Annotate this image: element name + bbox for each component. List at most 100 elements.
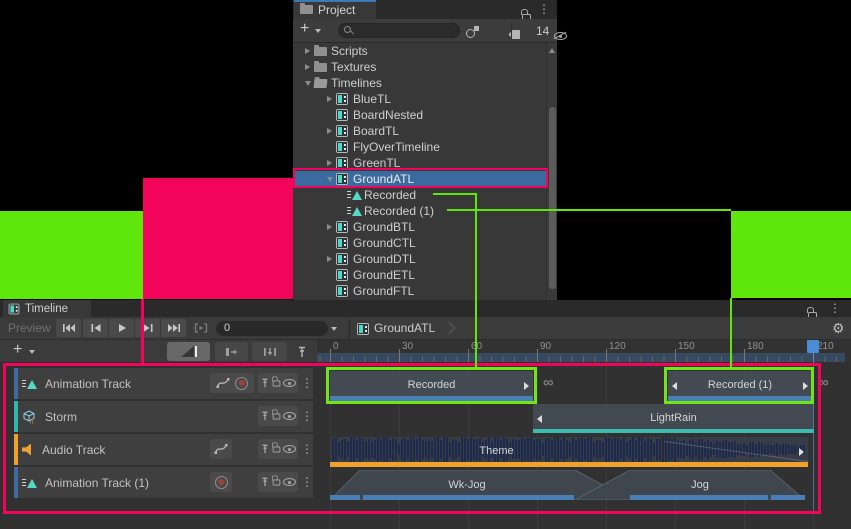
timeline-tab-title: Timeline	[25, 303, 68, 315]
hidden-count-eye-icon[interactable]	[554, 32, 567, 40]
clip-theme[interactable]: Theme	[330, 437, 808, 467]
clip-group-wkjog-jog[interactable]: Wk-Jog Jog	[330, 470, 805, 500]
toolbar-divider	[511, 23, 512, 39]
mix-mode-button[interactable]	[167, 342, 210, 361]
track-header-animation-track-1[interactable]: Animation Track (1) ⋮	[14, 467, 313, 498]
tab-timeline[interactable]: Timeline	[3, 300, 91, 317]
tree-item-grounddtl[interactable]: GroundDTL	[293, 251, 546, 267]
go-to-end-button[interactable]	[161, 319, 186, 337]
project-tree: Scripts Textures Timelines BlueTL BoardN…	[293, 43, 546, 300]
pin-button[interactable]	[260, 410, 270, 422]
hidden-count: 14	[536, 24, 549, 38]
project-tab-bar: Project ⋮	[293, 0, 557, 19]
scroll-up-icon[interactable]	[549, 48, 555, 53]
track-header-storm[interactable]: {} Storm ⋮	[14, 401, 313, 432]
eye-button[interactable]	[283, 412, 296, 420]
tree-item-groundctl[interactable]: GroundCTL	[293, 235, 546, 251]
timeline-end-marker[interactable]	[807, 340, 819, 353]
tree-item-groundbtl[interactable]: GroundBTL	[293, 219, 546, 235]
pin-button[interactable]	[260, 377, 270, 389]
next-frame-button[interactable]	[135, 319, 160, 337]
track-menu-button[interactable]: ⋮	[301, 410, 313, 422]
tree-item-greentl[interactable]: GreenTL	[293, 155, 546, 171]
add-track-button[interactable]: +	[13, 341, 22, 359]
ruler-tick-label: 90	[540, 341, 551, 352]
frame-field[interactable]: 0	[216, 321, 328, 336]
ripple-mode-button[interactable]	[215, 342, 248, 361]
lock-button[interactable]	[273, 413, 281, 419]
marker-pin-button[interactable]	[290, 342, 314, 361]
pin-button[interactable]	[260, 476, 270, 488]
clip-right-handle-icon[interactable]	[803, 382, 808, 390]
scrollbar-thumb[interactable]	[549, 107, 556, 289]
timeline-asset-icon	[336, 93, 348, 105]
tree-item-boardnested[interactable]: BoardNested	[293, 107, 546, 123]
gear-icon[interactable]: ⚙	[832, 320, 845, 337]
track-header-animation-track[interactable]: Animation Track ⋮	[14, 368, 313, 399]
add-asset-caret-icon[interactable]	[315, 29, 321, 33]
clip-right-handle-icon[interactable]	[524, 382, 529, 390]
record-button[interactable]	[235, 377, 248, 390]
add-asset-button[interactable]: +	[300, 20, 309, 38]
curves-button[interactable]	[216, 377, 230, 389]
track-color-bar	[14, 368, 18, 399]
tree-item-groundftl[interactable]: GroundFTL	[293, 283, 546, 299]
timeline-asset-icon	[336, 125, 348, 137]
kebab-menu-icon[interactable]: ⋮	[538, 3, 550, 15]
tree-item-groundatl[interactable]: GroundATL	[293, 171, 546, 187]
track-menu-button[interactable]: ⋮	[301, 476, 313, 488]
clip-right-handle-icon[interactable]	[799, 448, 804, 456]
breadcrumb[interactable]: GroundATL	[374, 321, 435, 335]
lock-button[interactable]	[273, 479, 281, 485]
search-by-type-icon[interactable]	[466, 26, 480, 38]
previous-frame-button[interactable]	[83, 319, 108, 337]
track-header-audio-track[interactable]: Audio Track ⋮	[14, 434, 313, 465]
frame-field-caret-icon[interactable]	[331, 327, 337, 331]
go-to-start-button[interactable]	[56, 319, 81, 337]
prev-frame-icon	[90, 323, 102, 333]
add-track-caret-icon[interactable]	[29, 350, 35, 354]
tree-item-recorded-1[interactable]: Recorded (1)	[293, 203, 546, 219]
next-frame-icon	[142, 323, 154, 333]
tree-item-textures[interactable]: Textures	[293, 59, 546, 75]
eye-button[interactable]	[283, 379, 296, 387]
search-input[interactable]	[338, 23, 460, 38]
timeline-asset-icon	[357, 323, 369, 335]
kebab-menu-icon[interactable]: ⋮	[829, 302, 841, 314]
tab-project[interactable]: Project	[294, 0, 376, 19]
replace-mode-button[interactable]	[252, 342, 287, 361]
folder-open-icon	[314, 79, 328, 88]
tree-item-flyovertimeline[interactable]: FlyOverTimeline	[293, 139, 546, 155]
pin-button[interactable]	[260, 443, 270, 455]
lock-button[interactable]	[273, 380, 281, 386]
tree-item-recorded[interactable]: Recorded	[293, 187, 546, 203]
ruler-tick	[468, 349, 469, 362]
curves-button[interactable]	[214, 443, 228, 455]
tree-item-scripts[interactable]: Scripts	[293, 43, 546, 59]
clip-color-bar	[533, 429, 814, 433]
project-scrollbar[interactable]	[546, 43, 557, 300]
track-menu-button[interactable]: ⋮	[301, 377, 313, 389]
play-range-button[interactable]	[189, 319, 213, 337]
toolbar-divider	[349, 317, 350, 340]
preview-toggle[interactable]: Preview	[8, 321, 51, 335]
record-button[interactable]	[215, 476, 228, 489]
lock-button[interactable]	[273, 446, 281, 452]
eye-button[interactable]	[283, 478, 296, 486]
clip-lightrain[interactable]: LightRain	[533, 404, 814, 433]
timeline-asset-icon	[336, 173, 348, 185]
timeline-asset-icon	[336, 141, 348, 153]
clip-color-bar	[330, 495, 360, 500]
clip-recorded-1[interactable]: Recorded (1)	[668, 371, 812, 401]
eye-button[interactable]	[283, 445, 296, 453]
tree-item-bluetl[interactable]: BlueTL	[293, 91, 546, 107]
clip-recorded[interactable]: Recorded	[330, 371, 533, 401]
timeline-ruler[interactable]: 0 30 60 90 120 150 180 210	[317, 340, 851, 363]
play-button[interactable]	[109, 319, 134, 337]
tree-item-boardtl[interactable]: BoardTL	[293, 123, 546, 139]
tree-item-timelines[interactable]: Timelines	[293, 75, 546, 91]
track-button-group	[210, 439, 232, 459]
clip-color-bar	[330, 462, 808, 467]
track-menu-button[interactable]: ⋮	[301, 443, 313, 455]
tree-item-groundetl[interactable]: GroundETL	[293, 267, 546, 283]
